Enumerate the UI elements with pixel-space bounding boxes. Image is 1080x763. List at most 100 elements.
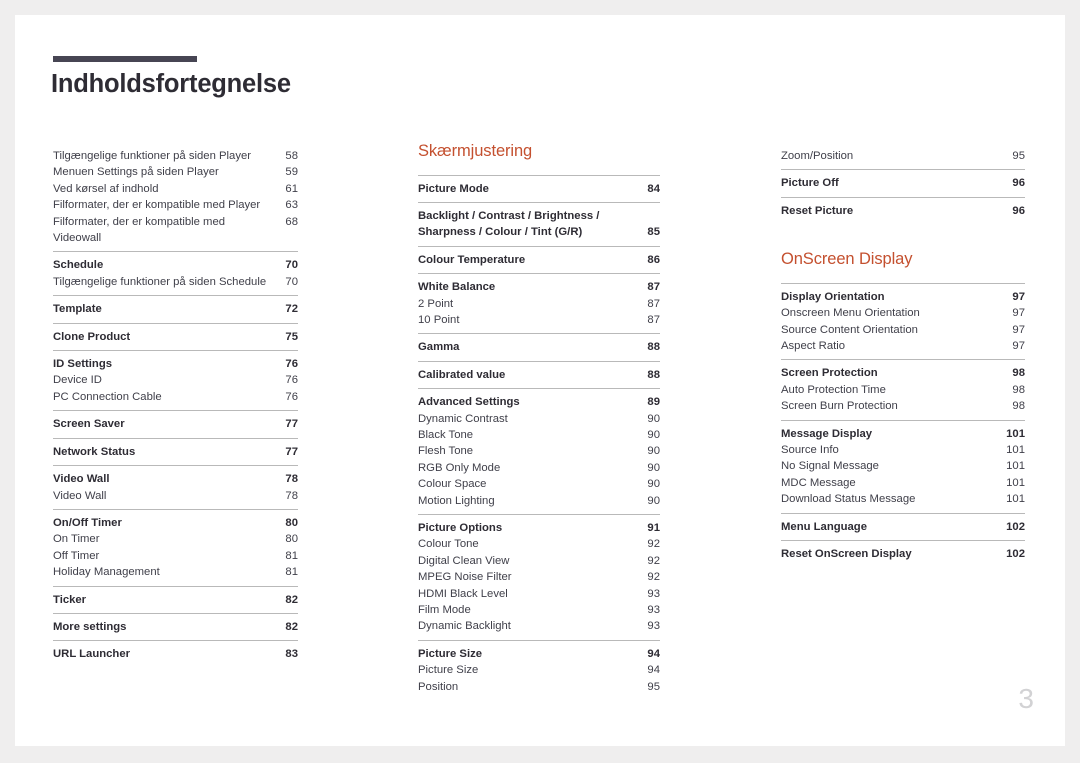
toc-entry-page: 59 xyxy=(285,166,298,179)
toc-entry-primary[interactable]: Message Display 101 xyxy=(781,426,1025,442)
toc-entry-primary[interactable]: Colour Temperature 86 xyxy=(418,252,660,268)
toc-entry-primary[interactable]: Menu Language 102 xyxy=(781,519,1025,535)
toc-entry-secondary[interactable]: Menuen Settings på siden Player 59 xyxy=(53,164,298,180)
toc-entry-page: 101 xyxy=(1006,443,1025,456)
toc-entry-secondary[interactable]: No Signal Message 101 xyxy=(781,458,1025,474)
toc-entry-label: Menu Language xyxy=(781,520,867,533)
toc-group: Menu Language 102 xyxy=(781,512,1025,540)
toc-entry-primary[interactable]: More settings 82 xyxy=(53,619,298,635)
toc-entry-primary[interactable]: White Balance 87 xyxy=(418,279,660,295)
toc-entry-secondary[interactable]: Device ID 76 xyxy=(53,372,298,388)
toc-entry-secondary[interactable]: 10 Point 87 xyxy=(418,312,660,328)
toc-entry-primary[interactable]: URL Launcher 83 xyxy=(53,646,298,662)
toc-entry-page: 87 xyxy=(647,297,660,310)
toc-group-body: ID Settings 76 Device ID 76 PC Connection Ca… xyxy=(53,351,298,410)
toc-entry-secondary[interactable]: Film Mode 93 xyxy=(418,602,660,618)
toc-entry-secondary[interactable]: Picture Size 94 xyxy=(418,662,660,678)
toc-entry-page: 97 xyxy=(1012,290,1025,303)
toc-entry-primary[interactable]: Picture Off 96 xyxy=(781,175,1025,191)
toc-entry-primary[interactable]: Picture Mode 84 xyxy=(418,181,660,197)
toc-entry-secondary[interactable]: On Timer 80 xyxy=(53,531,298,547)
toc-entry-secondary[interactable]: Motion Lighting 90 xyxy=(418,493,660,509)
toc-entry-primary[interactable]: Advanced Settings 89 xyxy=(418,394,660,410)
toc-entry-secondary[interactable]: Source Info 101 xyxy=(781,442,1025,458)
toc-entry-page: 98 xyxy=(1012,367,1025,380)
toc-entry-secondary[interactable]: Zoom/Position 95 xyxy=(781,148,1025,164)
toc-entry-primary[interactable]: Reset OnScreen Display 102 xyxy=(781,546,1025,562)
toc-entry-secondary[interactable]: Video Wall 78 xyxy=(53,488,298,504)
toc-group: Zoom/Position 95 xyxy=(781,143,1025,169)
toc-entry-secondary[interactable]: Download Status Message 101 xyxy=(781,491,1025,507)
toc-entry-secondary[interactable]: MDC Message 101 xyxy=(781,475,1025,491)
toc-entry-secondary[interactable]: HDMI Black Level 93 xyxy=(418,586,660,602)
toc-group: Tilgængelige funktioner på siden Player 5… xyxy=(53,143,298,251)
toc-group: Clone Product 75 xyxy=(53,322,298,350)
toc-entry-secondary[interactable]: Tilgængelige funktioner på siden Schedul… xyxy=(53,274,298,290)
toc-entry-secondary[interactable]: Dynamic Contrast 90 xyxy=(418,411,660,427)
toc-entry-primary[interactable]: Video Wall 78 xyxy=(53,471,298,487)
toc-entry-page: 91 xyxy=(647,522,660,534)
toc-entry-label: URL Launcher xyxy=(53,648,130,661)
toc-entry-label: RGB Only Mode xyxy=(418,461,501,474)
toc-entry-page: 94 xyxy=(647,664,660,677)
toc-entry-secondary[interactable]: Holiday Management 81 xyxy=(53,564,298,580)
toc-entry-primary[interactable]: Screen Saver 77 xyxy=(53,416,298,432)
toc-entry-secondary[interactable]: RGB Only Mode 90 xyxy=(418,460,660,476)
toc-entry-secondary[interactable]: Aspect Ratio 97 xyxy=(781,338,1025,354)
toc-entry-secondary[interactable]: Colour Tone 92 xyxy=(418,536,660,552)
toc-group-body: Display Orientation 97 Onscreen Menu Orien… xyxy=(781,284,1025,360)
toc-entry-primary[interactable]: Clone Product 75 xyxy=(53,329,298,345)
toc-entry-primary[interactable]: Network Status 77 xyxy=(53,444,298,460)
toc-entry-page: 101 xyxy=(1006,493,1025,506)
toc-entry-label: Download Status Message xyxy=(781,493,916,506)
toc-entry-primary[interactable]: ID Settings 76 xyxy=(53,356,298,372)
toc-entry-primary[interactable]: Calibrated value 88 xyxy=(418,367,660,383)
toc-entry-primary[interactable]: Screen Protection 98 xyxy=(781,365,1025,381)
toc-entry-secondary[interactable]: Auto Protection Time 98 xyxy=(781,382,1025,398)
toc-entry-secondary[interactable]: Ved kørsel af indhold 61 xyxy=(53,181,298,197)
toc-entry-secondary[interactable]: Off Timer 81 xyxy=(53,548,298,564)
toc-entry-primary[interactable]: Reset Picture 96 xyxy=(781,203,1025,219)
toc-entry-primary[interactable]: Picture Options 91 xyxy=(418,520,660,536)
toc-entry-secondary[interactable]: PC Connection Cable 76 xyxy=(53,389,298,405)
toc-entry-secondary[interactable]: Screen Burn Protection 98 xyxy=(781,398,1025,414)
toc-entry-label: 10 Point xyxy=(418,313,460,326)
toc-entry-primary[interactable]: Schedule 70 xyxy=(53,257,298,273)
toc-entry-secondary[interactable]: Filformater, der er kompatible med Playe… xyxy=(53,197,298,213)
toc-group-body: On/Off Timer 80 On Timer 80 Off Timer 81 Holid… xyxy=(53,510,298,586)
toc-entry-label: Device ID xyxy=(53,374,102,387)
toc-group: Screen Saver 77 xyxy=(53,410,298,437)
toc-entry-page: 89 xyxy=(647,396,660,409)
toc-entry-secondary[interactable]: Flesh Tone 90 xyxy=(418,443,660,459)
toc-entry-label: Zoom/Position xyxy=(781,150,854,162)
toc-entry-secondary[interactable]: Onscreen Menu Orientation 97 xyxy=(781,305,1025,321)
toc-entry-page: 101 xyxy=(1006,460,1025,473)
toc-group: Schedule 70 Tilgængelige funktioner på sid… xyxy=(53,251,298,295)
toc-entry-secondary[interactable]: Filformater, der er kompatible med Video… xyxy=(53,214,298,247)
toc-group: Picture Options 91 Colour Tone 92 Digital Cl… xyxy=(418,514,660,640)
toc-entry-primary[interactable]: Picture Size 94 xyxy=(418,646,660,662)
toc-entry-primary[interactable]: Gamma 88 xyxy=(418,339,660,355)
toc-entry-page: 76 xyxy=(285,390,298,403)
toc-group-body: White Balance 87 2 Point 87 10 Point 87 xyxy=(418,274,660,333)
toc-entry-label: Reset OnScreen Display xyxy=(781,548,912,560)
toc-entry-secondary[interactable]: 2 Point 87 xyxy=(418,296,660,312)
toc-entry-secondary[interactable]: Tilgængelige funktioner på siden Player 5… xyxy=(53,148,298,164)
toc-entry-label: Screen Protection xyxy=(781,367,878,380)
toc-entry-secondary[interactable]: Black Tone 90 xyxy=(418,427,660,443)
toc-entry-page: 93 xyxy=(647,604,660,617)
toc-entry-secondary[interactable]: MPEG Noise Filter 92 xyxy=(418,569,660,585)
toc-entry-secondary[interactable]: Position 95 xyxy=(418,679,660,695)
toc-entry-primary[interactable]: Ticker 82 xyxy=(53,592,298,608)
toc-entry-primary[interactable]: On/Off Timer 80 xyxy=(53,515,298,531)
toc-group: Colour Temperature 86 xyxy=(418,245,660,273)
toc-entry-primary[interactable]: Backlight / Contrast / Brightness / Shar… xyxy=(418,208,660,241)
toc-entry-secondary[interactable]: Dynamic Backlight 93 xyxy=(418,618,660,634)
toc-group-body: Calibrated value 88 xyxy=(418,362,660,388)
toc-entry-page: 87 xyxy=(647,281,660,294)
toc-entry-primary[interactable]: Template 72 xyxy=(53,301,298,317)
toc-entry-secondary[interactable]: Source Content Orientation 97 xyxy=(781,322,1025,338)
toc-entry-secondary[interactable]: Digital Clean View 92 xyxy=(418,553,660,569)
toc-entry-secondary[interactable]: Colour Space 90 xyxy=(418,476,660,492)
toc-entry-primary[interactable]: Display Orientation 97 xyxy=(781,289,1025,305)
